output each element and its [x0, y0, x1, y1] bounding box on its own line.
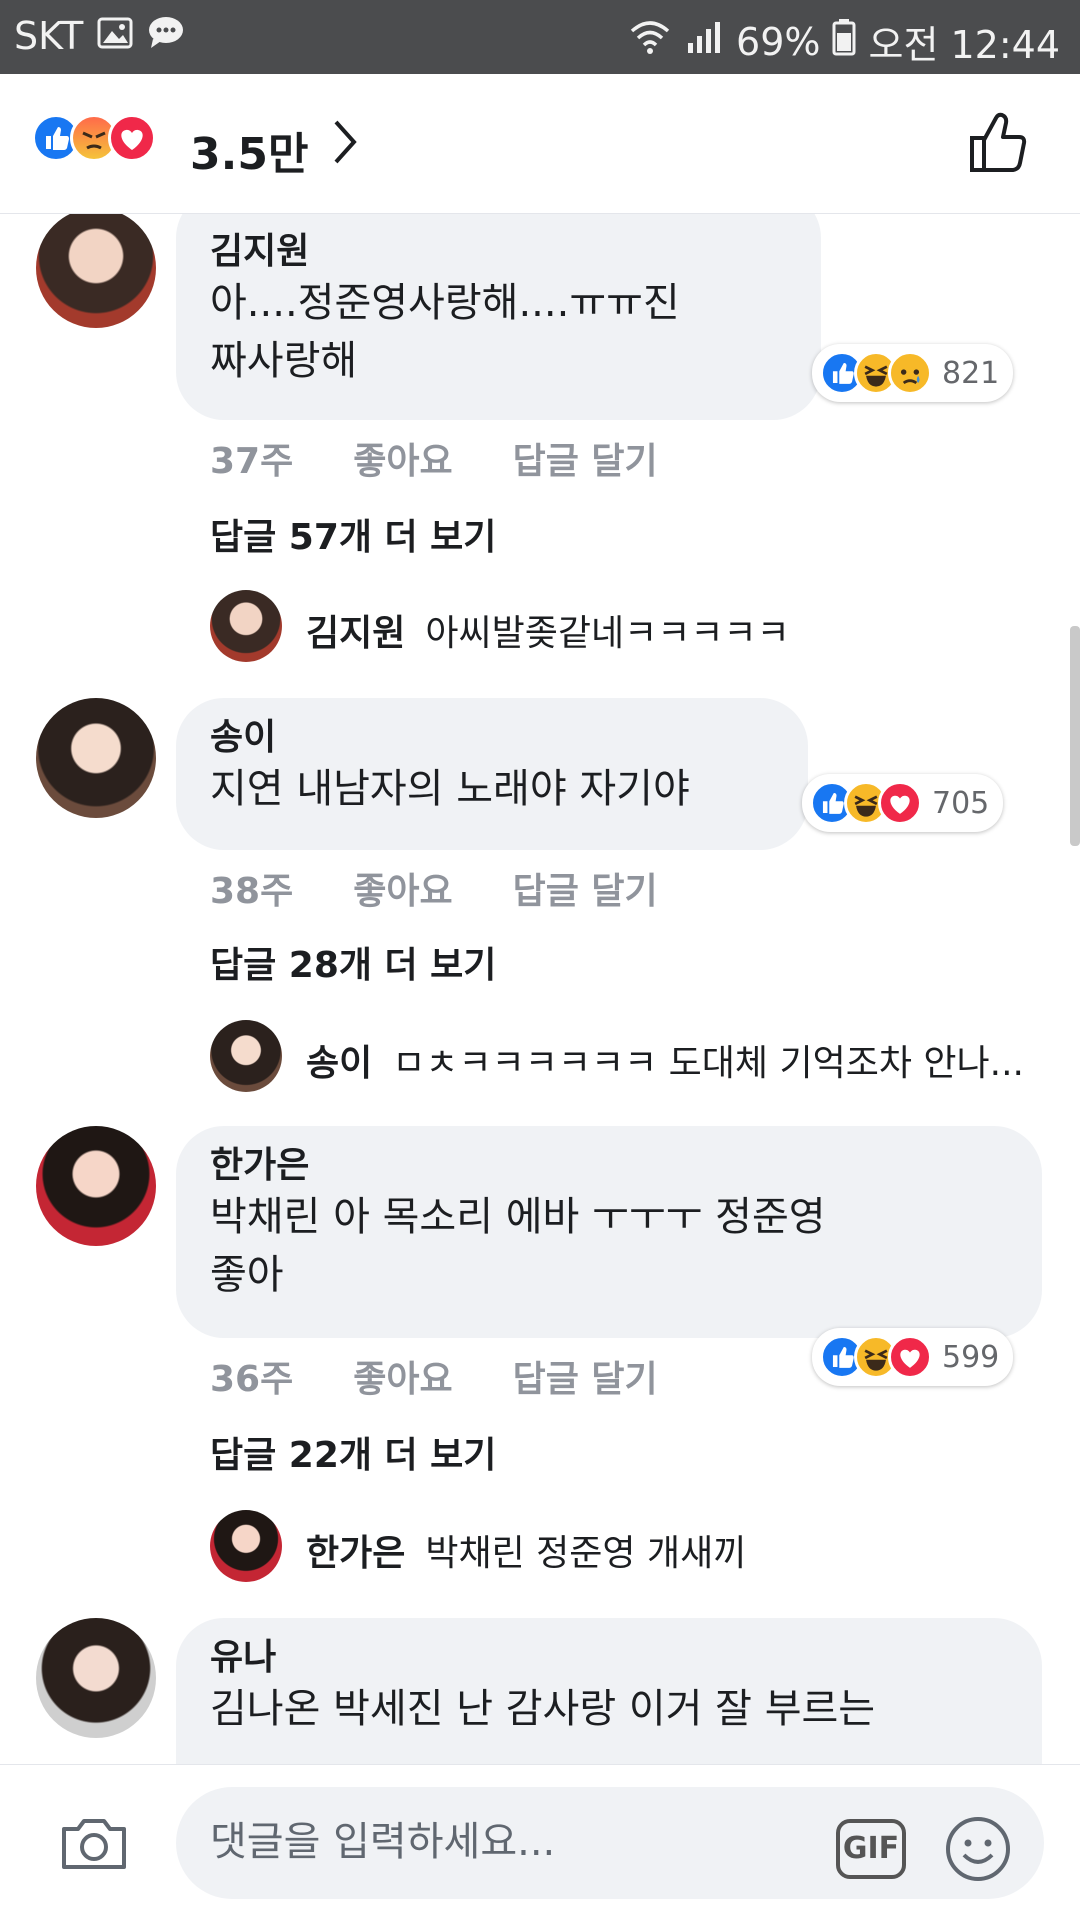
comment-time: 37주	[210, 441, 294, 482]
reaction-count[interactable]: 3.5만	[190, 118, 308, 182]
avatar[interactable]	[36, 214, 156, 328]
comment-author[interactable]: 유나	[210, 1636, 1008, 1680]
reply-avatar[interactable]	[210, 590, 282, 662]
reply-preview[interactable]: 송이 ㅁㅊㅋㅋㅋㅋㅋㅋ 도대체 기억조차 안나...	[306, 1034, 1024, 1086]
scrollbar[interactable]	[1070, 626, 1080, 846]
comment-author[interactable]: 송이	[210, 716, 774, 760]
reply-text: 아씨발좆같네ㅋㅋㅋㅋㅋ	[425, 613, 790, 654]
emoji-icon[interactable]	[944, 1815, 1012, 1887]
battery-percent: 69%	[736, 19, 821, 64]
comment-actions: 38주 좋아요 답글 달기	[210, 862, 658, 914]
comment-actions: 36주 좋아요 답글 달기	[210, 1350, 658, 1402]
gif-button[interactable]: GIF	[836, 1819, 906, 1879]
wifi-icon	[628, 19, 672, 64]
love-reaction-icon	[888, 1334, 932, 1379]
reply-author[interactable]: 한가은	[306, 1524, 405, 1576]
comment-text: 박채린 아 목소리 에바 ㅜㅜㅜ 정준영	[210, 1194, 826, 1240]
comment-actions: 37주 좋아요 답글 달기	[210, 432, 658, 484]
reply-button[interactable]: 답글 달기	[513, 432, 658, 484]
carrier-label: SKT	[14, 14, 84, 58]
signal-icon	[684, 19, 724, 64]
avatar[interactable]	[36, 1618, 156, 1738]
reaction-badge[interactable]: 599	[812, 1328, 1014, 1386]
camera-icon[interactable]	[58, 1813, 130, 1877]
reactions-summary[interactable]	[32, 114, 156, 162]
comment-text: 아....정준영사랑해....ㅠㅠ진	[210, 280, 680, 326]
reply-author[interactable]: 김지원	[306, 604, 405, 656]
avatar[interactable]	[36, 698, 156, 818]
status-bar: SKT 69% 오전 12:44	[0, 0, 1080, 74]
love-reaction-icon	[878, 780, 922, 825]
like-post-button[interactable]	[966, 108, 1030, 180]
reply-avatar[interactable]	[210, 1510, 282, 1582]
comment-text: 좋아	[210, 1252, 284, 1298]
comment-time: 36주	[210, 1359, 294, 1400]
comment-text: 김나온 박세진 난 감사랑 이거 잘 부르는	[210, 1686, 876, 1732]
comment-input-container[interactable]	[176, 1787, 1044, 1899]
battery-icon	[832, 18, 856, 65]
comment-author[interactable]: 한가은	[210, 1144, 1008, 1188]
view-more-replies[interactable]: 답글 28개 더 보기	[210, 936, 496, 988]
comment-bubble[interactable]: 송이 지연 내남자의 노래야 자기야	[176, 698, 808, 850]
comment-time: 38주	[210, 871, 294, 912]
reply-text: 박채린 정준영 개새끼	[425, 1533, 747, 1574]
reply-button[interactable]: 답글 달기	[513, 1350, 658, 1402]
chevron-right-icon[interactable]	[330, 116, 360, 172]
reaction-count: 599	[942, 1339, 1000, 1375]
reply-preview[interactable]: 김지원 아씨발좆같네ㅋㅋㅋㅋㅋ	[306, 604, 790, 656]
comment-bubble[interactable]: 유나 김나온 박세진 난 감사랑 이거 잘 부르는	[176, 1618, 1042, 1764]
sad-reaction-icon	[888, 350, 932, 395]
reaction-count: 705	[932, 785, 990, 821]
comment-text: 짜사랑해	[210, 338, 358, 384]
message-icon	[147, 14, 185, 58]
view-more-replies[interactable]: 답글 22개 더 보기	[210, 1426, 496, 1478]
avatar[interactable]	[36, 1126, 156, 1246]
view-more-replies[interactable]: 답글 57개 더 보기	[210, 508, 496, 560]
comment-author[interactable]: 김지원	[210, 230, 787, 274]
reply-preview[interactable]: 한가은 박채린 정준영 개새끼	[306, 1524, 746, 1576]
comment-bubble[interactable]: 한가은 박채린 아 목소리 에바 ㅜㅜㅜ 정준영 좋아	[176, 1126, 1042, 1338]
comment-input[interactable]	[210, 1811, 770, 1873]
gallery-icon	[97, 14, 133, 58]
love-reaction-icon	[108, 114, 156, 162]
comment-text: 지연 내남자의 노래야 자기야	[210, 766, 690, 812]
reply-author[interactable]: 송이	[306, 1034, 372, 1086]
reaction-badge[interactable]: 705	[802, 774, 1004, 832]
like-comment-button[interactable]: 좋아요	[353, 862, 452, 914]
comment-bubble[interactable]: 김지원 아....정준영사랑해....ㅠㅠ진 짜사랑해	[176, 214, 821, 420]
reply-text: ㅁㅊㅋㅋㅋㅋㅋㅋ 도대체 기억조차 안나...	[392, 1043, 1024, 1084]
like-comment-button[interactable]: 좋아요	[353, 1350, 452, 1402]
like-comment-button[interactable]: 좋아요	[353, 432, 452, 484]
comment-list[interactable]: 김지원 아....정준영사랑해....ㅠㅠ진 짜사랑해 821 37주 좋아요 …	[0, 214, 1080, 1764]
reply-avatar[interactable]	[210, 1020, 282, 1092]
clock: 오전 12:44	[868, 23, 1060, 67]
reactions-header: 3.5만	[0, 74, 1080, 214]
reaction-badge[interactable]: 821	[812, 344, 1014, 402]
reply-button[interactable]: 답글 달기	[513, 862, 658, 914]
comment-composer: GIF	[0, 1764, 1080, 1920]
reaction-count: 821	[942, 355, 1000, 391]
